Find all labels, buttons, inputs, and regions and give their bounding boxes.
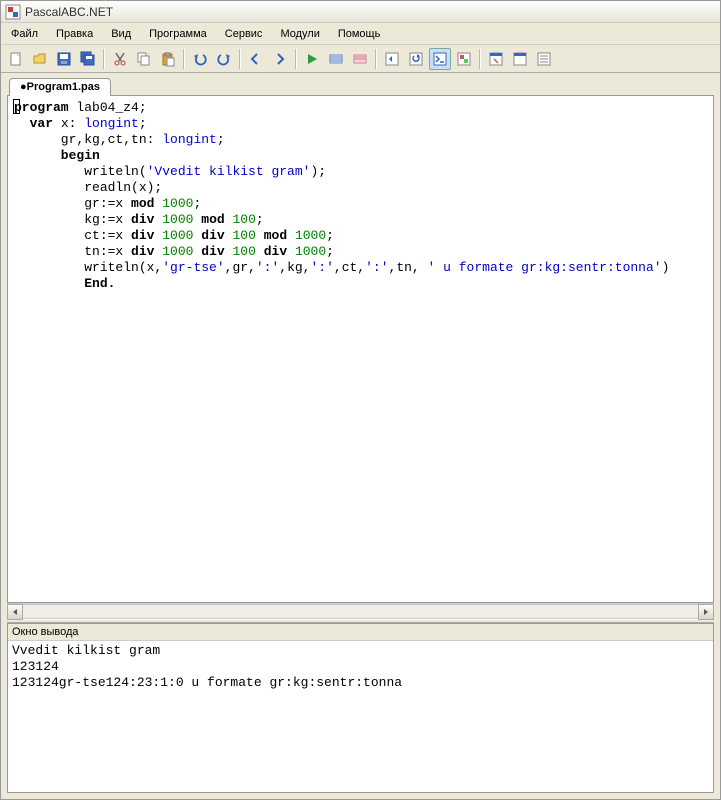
cut-icon[interactable] <box>109 48 131 70</box>
navigate-back-icon[interactable] <box>245 48 267 70</box>
editor-container: program lab04_z4; var x: longint; gr,kg,… <box>7 95 714 603</box>
menu-modules[interactable]: Модули <box>272 25 327 43</box>
step-over-icon[interactable] <box>405 48 427 70</box>
horizontal-scrollbar[interactable] <box>7 603 714 619</box>
app-title: PascalABC.NET <box>25 5 113 19</box>
properties-icon[interactable] <box>533 48 555 70</box>
paste-icon[interactable] <box>157 48 179 70</box>
menubar: Файл Правка Вид Программа Сервис Модули … <box>1 23 720 45</box>
toolbar-separator <box>183 49 185 69</box>
terminal-icon[interactable] <box>429 48 451 70</box>
toolbar-separator <box>103 49 105 69</box>
toolbar-separator <box>239 49 241 69</box>
copy-icon[interactable] <box>133 48 155 70</box>
output-body[interactable]: Vvedit kilkist gram 123124 123124gr-tse1… <box>8 641 713 792</box>
scroll-left-icon[interactable] <box>7 604 23 620</box>
redo-icon[interactable] <box>213 48 235 70</box>
window-icon[interactable] <box>509 48 531 70</box>
navigate-forward-icon[interactable] <box>269 48 291 70</box>
run-no-debug-icon[interactable] <box>325 48 347 70</box>
save-all-icon[interactable] <box>77 48 99 70</box>
menu-edit[interactable]: Правка <box>48 25 101 43</box>
step-into-icon[interactable] <box>381 48 403 70</box>
output-title: Окно вывода <box>8 624 713 641</box>
stop-icon[interactable] <box>349 48 371 70</box>
open-file-icon[interactable] <box>29 48 51 70</box>
code-line: program <box>14 100 69 115</box>
toolbar <box>1 45 720 73</box>
menu-program[interactable]: Программа <box>141 25 215 43</box>
titlebar: PascalABC.NET <box>1 1 720 23</box>
menu-file[interactable]: Файл <box>3 25 46 43</box>
undo-icon[interactable] <box>189 48 211 70</box>
run-icon[interactable] <box>301 48 323 70</box>
save-icon[interactable] <box>53 48 75 70</box>
menu-help[interactable]: Помощь <box>330 25 389 43</box>
code-editor[interactable]: program lab04_z4; var x: longint; gr,kg,… <box>8 96 713 602</box>
scroll-right-icon[interactable] <box>698 604 714 620</box>
app-icon <box>5 4 21 20</box>
menu-service[interactable]: Сервис <box>217 25 271 43</box>
tab-program1[interactable]: ●Program1.pas <box>9 78 111 96</box>
output-panel: Окно вывода Vvedit kilkist gram 123124 1… <box>7 623 714 793</box>
toolbar-separator <box>375 49 377 69</box>
compile-icon[interactable] <box>453 48 475 70</box>
form-designer-icon[interactable] <box>485 48 507 70</box>
scroll-track[interactable] <box>23 604 698 619</box>
tabbar: ●Program1.pas <box>1 73 720 95</box>
toolbar-separator <box>295 49 297 69</box>
new-file-icon[interactable] <box>5 48 27 70</box>
toolbar-separator <box>479 49 481 69</box>
menu-view[interactable]: Вид <box>103 25 139 43</box>
